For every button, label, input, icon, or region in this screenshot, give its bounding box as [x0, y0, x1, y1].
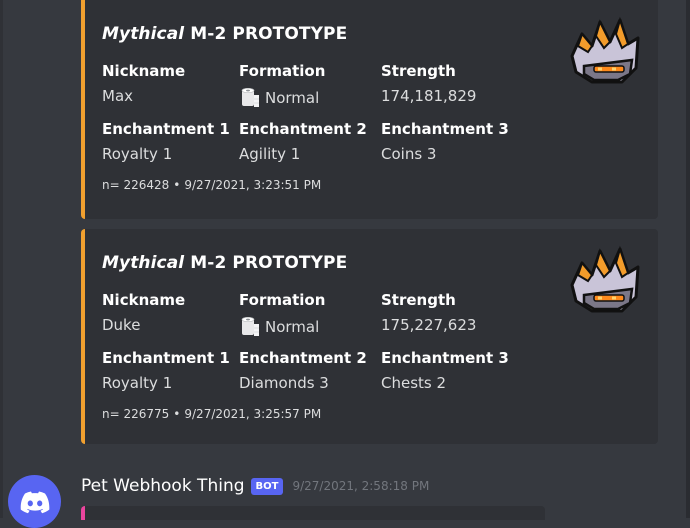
toilet-paper-icon [241, 316, 259, 336]
pet-name: M-2 PROTOTYPE [190, 253, 348, 273]
nickname-field: Nickname Duke [102, 291, 185, 334]
field-name: Enchantment 3 [381, 120, 509, 138]
field-value: 174,181,829 [381, 87, 477, 105]
embed-footer: n= 226775 • 9/27/2021, 3:25:57 PM [102, 407, 321, 421]
enchantment-1-field: Enchantment 1 Royalty 1 [102, 349, 230, 392]
field-name: Enchantment 2 [239, 349, 367, 367]
discord-logo-icon [20, 491, 49, 513]
field-value: Agility 1 [239, 145, 301, 163]
formation-value: Normal [265, 89, 320, 107]
footer-separator: • [173, 407, 181, 421]
field-value: Max [102, 87, 134, 105]
field-value: Chests 2 [381, 374, 447, 392]
enchantment-2-field: Enchantment 2 Agility 1 [239, 120, 367, 163]
channel-list-edge [0, 0, 3, 518]
formation-value: Normal [265, 318, 320, 336]
field-name: Formation [239, 62, 326, 80]
field-value: 175,227,623 [381, 316, 477, 334]
field-value: Normal [239, 87, 325, 109]
pet-embed: Mythical M-2 PROTOTYPE Nickname Duke For… [81, 229, 658, 444]
field-value: Royalty 1 [102, 374, 173, 392]
rarity-label: Mythical [102, 24, 185, 44]
footer-timestamp: 9/27/2021, 3:25:57 PM [184, 407, 322, 421]
enchantment-3-field: Enchantment 3 Chests 2 [381, 349, 509, 392]
footer-separator: • [173, 178, 181, 192]
field-value: Coins 3 [381, 145, 437, 163]
field-value: Normal [239, 316, 325, 338]
pet-name: M-2 PROTOTYPE [190, 24, 348, 44]
formation-field: Formation Normal [239, 291, 325, 338]
embed-title: Mythical M-2 PROTOTYPE [102, 24, 347, 44]
m2-prototype-pet-image[interactable] [562, 16, 646, 96]
field-value: Diamonds 3 [239, 374, 329, 392]
field-name: Nickname [102, 291, 186, 309]
bot-avatar[interactable] [8, 475, 61, 528]
footer-id: n= 226775 [102, 407, 170, 421]
field-name: Enchantment 1 [102, 120, 230, 138]
message-timestamp[interactable]: 9/27/2021, 2:58:18 PM [292, 479, 429, 493]
field-name: Enchantment 2 [239, 120, 367, 138]
embed-footer: n= 226428 • 9/27/2021, 3:23:51 PM [102, 178, 321, 192]
enchantment-3-field: Enchantment 3 Coins 3 [381, 120, 509, 163]
field-name: Strength [381, 291, 456, 309]
footer-id: n= 226428 [102, 178, 170, 192]
m2-prototype-pet-image[interactable] [562, 245, 646, 325]
field-name: Strength [381, 62, 456, 80]
toilet-paper-icon [241, 87, 259, 107]
strength-field: Strength 174,181,829 [381, 62, 476, 105]
embed-title: Mythical M-2 PROTOTYPE [102, 253, 347, 273]
field-value: Royalty 1 [102, 145, 173, 163]
scrollbar-track[interactable] [686, 0, 690, 518]
enchantment-2-field: Enchantment 2 Diamonds 3 [239, 349, 367, 392]
footer-timestamp: 9/27/2021, 3:23:51 PM [184, 178, 322, 192]
pet-embed: Mythical M-2 PROTOTYPE Nickname Max Form… [81, 0, 658, 219]
message-header: Pet Webhook Thing BOT 9/27/2021, 2:58:18… [81, 476, 429, 496]
formation-field: Formation Normal [239, 62, 325, 109]
nickname-field: Nickname Max [102, 62, 185, 105]
field-name: Nickname [102, 62, 186, 80]
field-name: Enchantment 1 [102, 349, 230, 367]
rarity-label: Mythical [102, 253, 185, 273]
bot-tag: BOT [250, 477, 284, 495]
strength-field: Strength 175,227,623 [381, 291, 476, 334]
field-name: Formation [239, 291, 326, 309]
field-name: Enchantment 3 [381, 349, 509, 367]
author-name[interactable]: Pet Webhook Thing [81, 476, 245, 496]
enchantment-1-field: Enchantment 1 Royalty 1 [102, 120, 230, 163]
field-value: Duke [102, 316, 141, 334]
